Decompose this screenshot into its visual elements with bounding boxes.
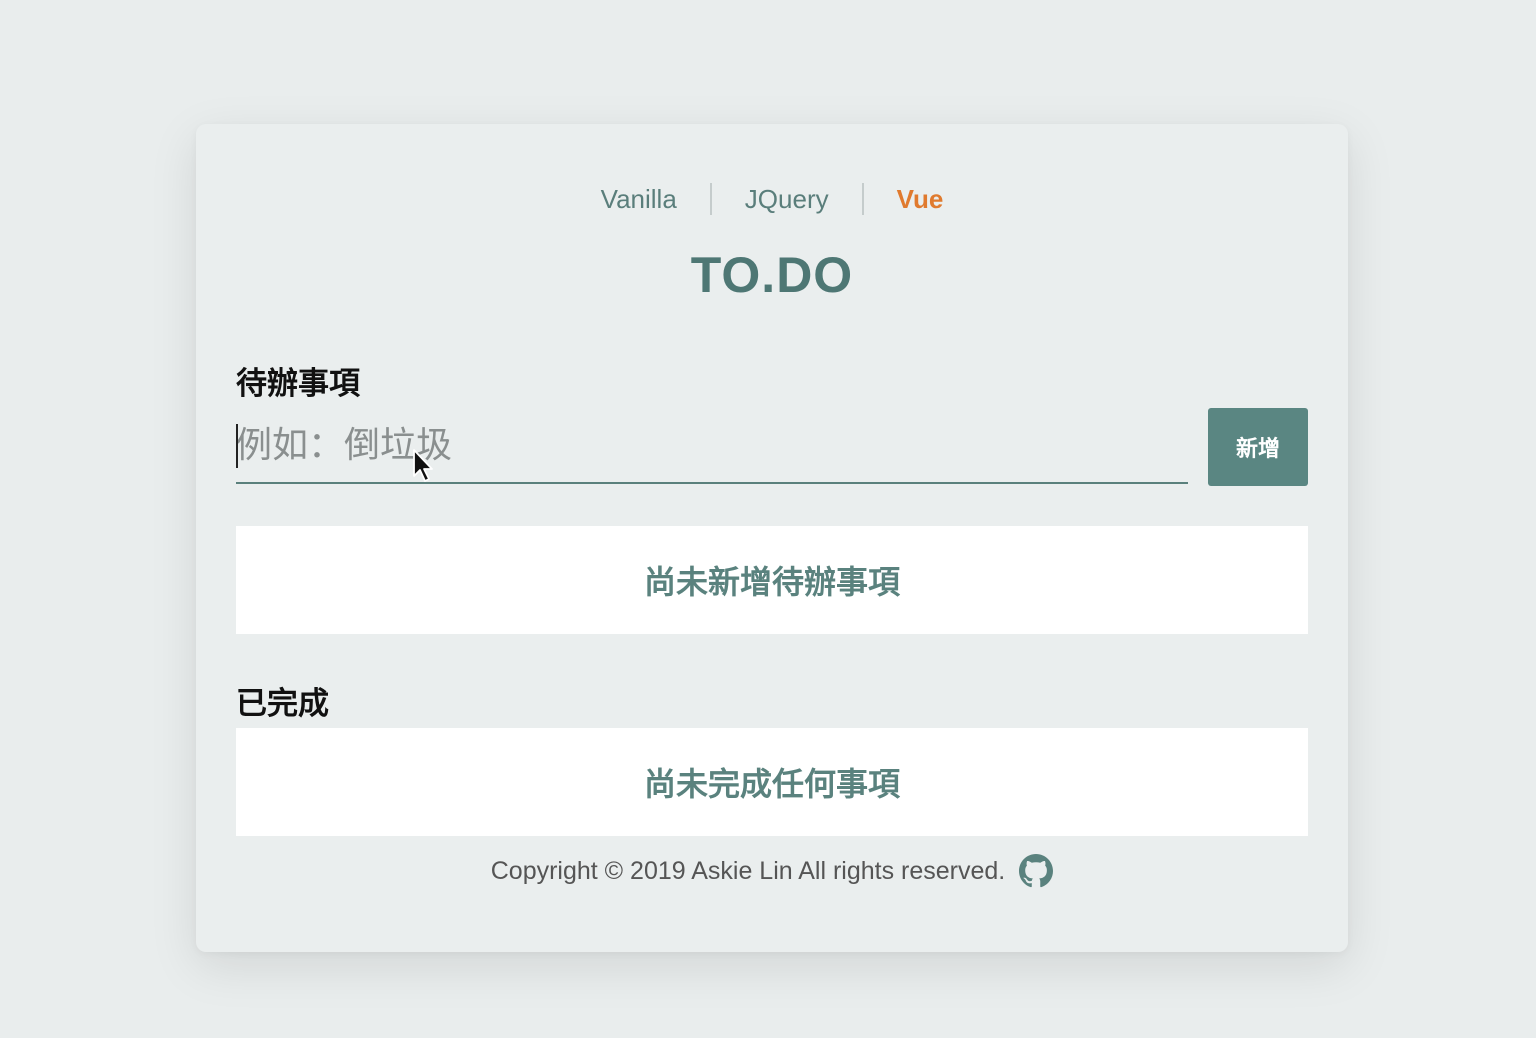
- copyright-text: Copyright © 2019 Askie Lin All rights re…: [490, 856, 1006, 885]
- text-caret: [236, 424, 238, 468]
- nav-link-jquery[interactable]: JQuery: [712, 182, 862, 216]
- todo-card: Vanilla JQuery Vue TO.DO 待辦事項 新增 尚未新增待辦事…: [196, 124, 1348, 952]
- mouse-pointer-icon: [413, 449, 433, 482]
- todo-input[interactable]: [236, 408, 1188, 484]
- nav-link-vue[interactable]: Vue: [864, 182, 977, 216]
- done-empty-text: 尚未完成任何事項: [643, 766, 900, 802]
- add-todo-button[interactable]: 新增: [1208, 408, 1308, 486]
- github-icon[interactable]: [1019, 854, 1054, 888]
- done-list-empty: 尚未完成任何事項: [236, 728, 1308, 836]
- footer: Copyright © 2019 Askie Lin All rights re…: [196, 854, 1348, 888]
- todo-empty-text: 尚未新增待辦事項: [643, 564, 900, 600]
- framework-nav: Vanilla JQuery Vue: [196, 182, 1348, 216]
- nav-link-vanilla[interactable]: Vanilla: [568, 182, 710, 216]
- page-title: TO.DO: [690, 247, 854, 303]
- todo-section-label: 待辦事項: [236, 366, 360, 401]
- done-section-label: 已完成: [236, 686, 329, 721]
- todo-input-row: 新增: [236, 408, 1308, 486]
- todo-list-empty: 尚未新增待辦事項: [236, 526, 1308, 634]
